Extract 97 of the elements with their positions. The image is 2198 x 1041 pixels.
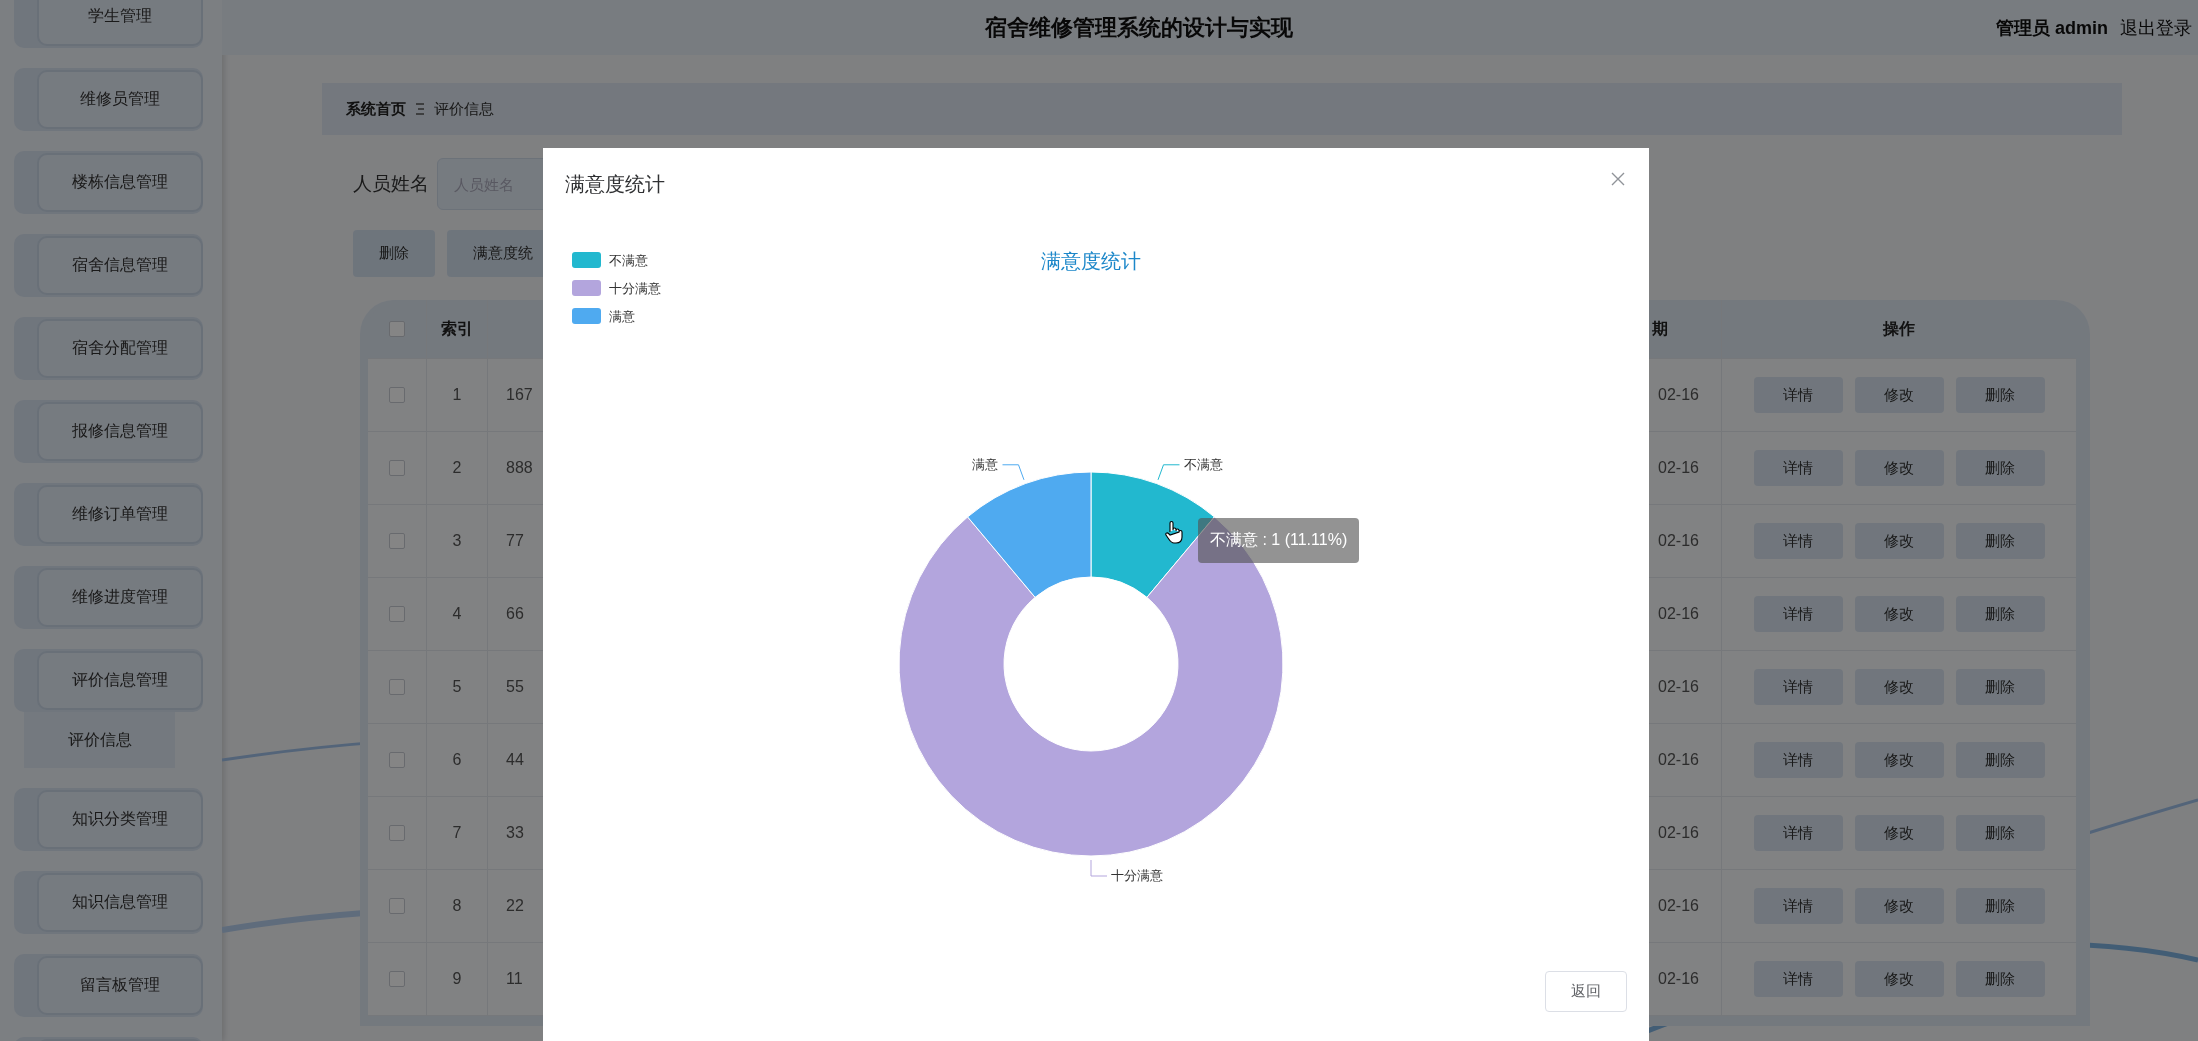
row-action-button[interactable]: 详情 [1753,377,1843,413]
sidebar-item[interactable]: 知识分类管理 [14,788,203,851]
table-cell: 11 [506,970,523,988]
table-cell: 8 [427,870,488,942]
slice-label: 十分满意 [1111,868,1163,883]
row-action-button[interactable]: 删除 [1955,596,2045,632]
table-cell: 6 [427,724,488,796]
row-action-button[interactable]: 修改 [1854,669,1944,705]
sidebar-item[interactable]: 评价信息管理 [14,649,203,712]
legend-label[interactable]: 不满意 [609,253,648,268]
row-action-button[interactable]: 删除 [1955,450,2045,486]
checkbox[interactable] [389,460,405,476]
column-header: 索引 [427,300,488,358]
checkbox[interactable] [389,971,405,987]
row-action-button[interactable]: 删除 [1955,377,2045,413]
checkbox[interactable] [389,321,405,337]
row-action-button[interactable]: 删除 [1955,961,2045,997]
logout-link[interactable]: 退出登录 [2120,15,2192,40]
table-cell: 66 [506,605,524,623]
table-cell: 9 [427,943,488,1015]
row-action-button[interactable]: 删除 [1955,888,2045,924]
slice-label: 满意 [972,456,999,472]
chart-title: 满意度统计 [1041,250,1141,272]
separator-icon [416,103,424,115]
breadcrumb-home[interactable]: 系统首页 [346,99,406,119]
row-action-button[interactable]: 修改 [1854,596,1944,632]
table-cell: 7 [427,797,488,869]
table-cell: 2 [427,432,488,504]
sidebar-subitem[interactable]: 评价信息 [24,712,175,768]
table-cell: 888 [506,459,533,477]
legend-swatch[interactable] [572,280,601,296]
legend-swatch[interactable] [572,252,601,268]
user-name: 管理员 admin [1996,16,2108,40]
table-cell: 44 [506,751,524,769]
sidebar-item[interactable]: 知识信息管理 [14,871,203,934]
table-cell: 77 [506,532,524,550]
checkbox[interactable] [389,752,405,768]
checkbox[interactable] [389,825,405,841]
sidebar-item[interactable]: 维修员管理 [14,68,203,131]
donut-slice[interactable] [898,516,1284,857]
table-cell: 1 [427,359,488,431]
row-action-button[interactable]: 修改 [1854,961,1944,997]
table-cell: 5 [427,651,488,723]
checkbox[interactable] [389,387,405,403]
legend-label[interactable]: 十分满意 [609,281,661,296]
checkbox[interactable] [389,679,405,695]
row-action-button[interactable]: 修改 [1854,377,1944,413]
hand-cursor-icon [1165,520,1183,544]
row-action-button[interactable]: 详情 [1753,888,1843,924]
row-action-button[interactable]: 修改 [1854,888,1944,924]
row-action-button[interactable]: 删除 [1955,669,2045,705]
sidebar-item[interactable]: 报修信息管理 [14,400,203,463]
row-action-button[interactable]: 详情 [1753,961,1843,997]
row-action-button[interactable]: 详情 [1753,523,1843,559]
action-button[interactable]: 删除 [353,230,435,277]
app-title: 宿舍维修管理系统的设计与实现 [984,13,1294,42]
table-cell: 3 [427,505,488,577]
row-action-button[interactable]: 详情 [1753,742,1843,778]
row-action-button[interactable]: 详情 [1753,450,1843,486]
table-cell: 4 [427,578,488,650]
row-action-button[interactable]: 删除 [1955,523,2045,559]
checkbox[interactable] [389,898,405,914]
leader-line [1157,464,1180,481]
table-cell: 55 [506,678,524,696]
back-button[interactable]: 返回 [1545,971,1627,1012]
donut-slice[interactable] [967,471,1092,598]
breadcrumb-current: 评价信息 [434,99,494,119]
sidebar-item[interactable]: 宿舍信息管理 [14,234,203,297]
row-action-button[interactable]: 修改 [1854,742,1944,778]
leader-line [1002,464,1025,481]
checkbox[interactable] [389,606,405,622]
legend-label[interactable]: 满意 [609,309,635,324]
row-action-button[interactable]: 修改 [1854,523,1944,559]
column-header: 操作 [1881,318,1916,339]
table-cell: 33 [506,824,524,842]
leader-line [1090,859,1108,877]
field-label: 人员姓名 [353,172,429,196]
sidebar-item[interactable]: 学生管理 [14,0,203,48]
slice-label: 不满意 [1183,456,1223,472]
sidebar-item[interactable]: 维修订单管理 [14,483,203,546]
table-cell: 167 [506,386,533,404]
row-action-button[interactable]: 详情 [1753,596,1843,632]
chart-tooltip: 不满意 : 1 (11.11%) [1198,518,1360,563]
checkbox[interactable] [389,533,405,549]
close-icon[interactable] [1611,172,1625,186]
table-cell: 22 [506,897,524,915]
legend-swatch[interactable] [572,308,601,324]
row-action-button[interactable]: 删除 [1955,815,2045,851]
row-action-button[interactable]: 修改 [1854,815,1944,851]
row-action-button[interactable]: 删除 [1955,742,2045,778]
row-action-button[interactable]: 详情 [1753,669,1843,705]
sidebar-item[interactable]: 留言板管理 [14,954,203,1017]
sidebar-item[interactable]: 维修进度管理 [14,566,203,629]
sidebar-item[interactable]: 宿舍分配管理 [14,317,203,380]
row-action-button[interactable]: 修改 [1854,450,1944,486]
sidebar-item[interactable]: 楼栋信息管理 [14,151,203,214]
row-action-button[interactable]: 详情 [1753,815,1843,851]
